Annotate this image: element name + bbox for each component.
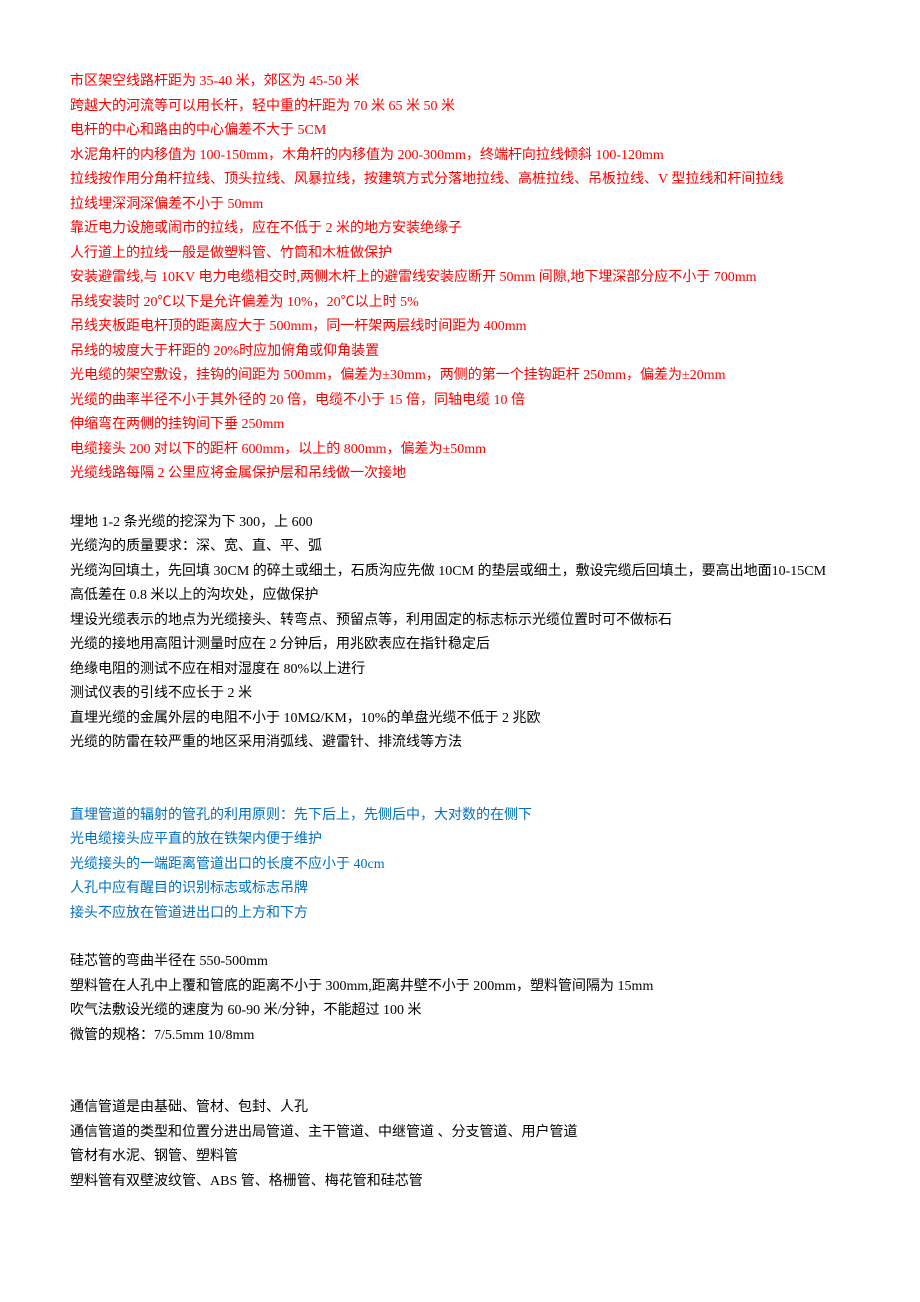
text-line: 吊线安装时 20℃以下是允许偏差为 10%，20℃以上时 5% (70, 291, 850, 316)
text-line: 电杆的中心和路由的中心偏差不大于 5CM (70, 119, 850, 144)
text-line: 拉线埋深洞深偏差不小于 50mm (70, 193, 850, 218)
text-line: 拉线按作用分角杆拉线、顶头拉线、风暴拉线，按建筑方式分落地拉线、高桩拉线、吊板拉… (70, 168, 850, 193)
text-line: 人孔中应有醒目的识别标志或标志吊牌 (70, 877, 850, 902)
text-line: 吊线的坡度大于杆距的 20%时应加俯角或仰角装置 (70, 340, 850, 365)
text-line: 光缆线路每隔 2 公里应将金属保护层和吊线做一次接地 (70, 462, 850, 487)
text-line: 直埋管道的辐射的管孔的利用原则：先下后上，先侧后中，大对数的在侧下 (70, 804, 850, 829)
text-line: 接头不应放在管道进出口的上方和下方 (70, 902, 850, 927)
text-line: 管材有水泥、钢管、塑料管 (70, 1145, 850, 1170)
section-blue: 直埋管道的辐射的管孔的利用原则：先下后上，先侧后中，大对数的在侧下 光电缆接头应… (70, 804, 850, 927)
text-line: 人行道上的拉线一般是做塑料管、竹筒和木桩做保护 (70, 242, 850, 267)
text-line: 跨越大的河流等可以用长杆，轻中重的杆距为 70 米 65 米 50 米 (70, 95, 850, 120)
text-line: 通信管道是由基础、管材、包封、人孔 (70, 1096, 850, 1121)
section-black-1: 埋地 1-2 条光缆的挖深为下 300，上 600 光缆沟的质量要求：深、宽、直… (70, 511, 850, 756)
text-line: 光缆的接地用高阻计测量时应在 2 分钟后，用兆欧表应在指针稳定后 (70, 633, 850, 658)
text-line: 水泥角杆的内移值为 100-150mm，木角杆的内移值为 200-300mm，终… (70, 144, 850, 169)
section-black-2: 硅芯管的弯曲半径在 550-500mm 塑料管在人孔中上覆和管底的距离不小于 3… (70, 950, 850, 1048)
text-line: 靠近电力设施或闹市的拉线，应在不低于 2 米的地方安装绝缘子 (70, 217, 850, 242)
text-line: 安装避雷线,与 10KV 电力电缆相交时,两侧木杆上的避雷线安装应断开 50mm… (70, 266, 850, 291)
paragraph-gap (70, 926, 850, 950)
text-line: 塑料管有双壁波纹管、ABS 管、格栅管、梅花管和硅芯管 (70, 1170, 850, 1195)
text-line: 光电缆的架空敷设，挂钩的间距为 500mm，偏差为±30mm，两侧的第一个挂钩距… (70, 364, 850, 389)
text-line: 吹气法敷设光缆的速度为 60-90 米/分钟，不能超过 100 米 (70, 999, 850, 1024)
section-red: 市区架空线路杆距为 35-40 米，郊区为 45-50 米 跨越大的河流等可以用… (70, 70, 850, 487)
text-line: 绝缘电阻的测试不应在相对湿度在 80%以上进行 (70, 658, 850, 683)
text-line: 通信管道的类型和位置分进出局管道、主干管道、中继管道 、分支管道、用户管道 (70, 1121, 850, 1146)
paragraph-gap (70, 756, 850, 804)
text-line: 光缆沟的质量要求：深、宽、直、平、弧 (70, 535, 850, 560)
text-line: 光电缆接头应平直的放在铁架内便于维护 (70, 828, 850, 853)
text-line: 电缆接头 200 对以下的距杆 600mm，以上的 800mm，偏差为±50mm (70, 438, 850, 463)
section-black-3: 通信管道是由基础、管材、包封、人孔 通信管道的类型和位置分进出局管道、主干管道、… (70, 1096, 850, 1194)
text-line: 测试仪表的引线不应长于 2 米 (70, 682, 850, 707)
text-line: 光缆沟回填土，先回填 30CM 的碎土或细土，石质沟应先做 10CM 的垫层或细… (70, 560, 850, 585)
paragraph-gap (70, 1048, 850, 1096)
text-line: 市区架空线路杆距为 35-40 米，郊区为 45-50 米 (70, 70, 850, 95)
text-line: 硅芯管的弯曲半径在 550-500mm (70, 950, 850, 975)
text-line: 微管的规格：7/5.5mm 10/8mm (70, 1024, 850, 1049)
paragraph-gap (70, 487, 850, 511)
text-line: 高低差在 0.8 米以上的沟坎处，应做保护 (70, 584, 850, 609)
text-line: 光缆接头的一端距离管道出口的长度不应小于 40cm (70, 853, 850, 878)
text-line: 直埋光缆的金属外层的电阻不小于 10MΩ/KM，10%的单盘光缆不低于 2 兆欧 (70, 707, 850, 732)
text-line: 埋地 1-2 条光缆的挖深为下 300，上 600 (70, 511, 850, 536)
text-line: 吊线夹板距电杆顶的距离应大于 500mm，同一杆架两层线时间距为 400mm (70, 315, 850, 340)
text-line: 光缆的防雷在较严重的地区采用消弧线、避雷针、排流线等方法 (70, 731, 850, 756)
text-line: 埋设光缆表示的地点为光缆接头、转弯点、预留点等，利用固定的标志标示光缆位置时可不… (70, 609, 850, 634)
text-line: 伸缩弯在两侧的挂钩间下垂 250mm (70, 413, 850, 438)
text-line: 塑料管在人孔中上覆和管底的距离不小于 300mm,距离井壁不小于 200mm，塑… (70, 975, 850, 1000)
text-line: 光缆的曲率半径不小于其外径的 20 倍，电缆不小于 15 倍，同轴电缆 10 倍 (70, 389, 850, 414)
